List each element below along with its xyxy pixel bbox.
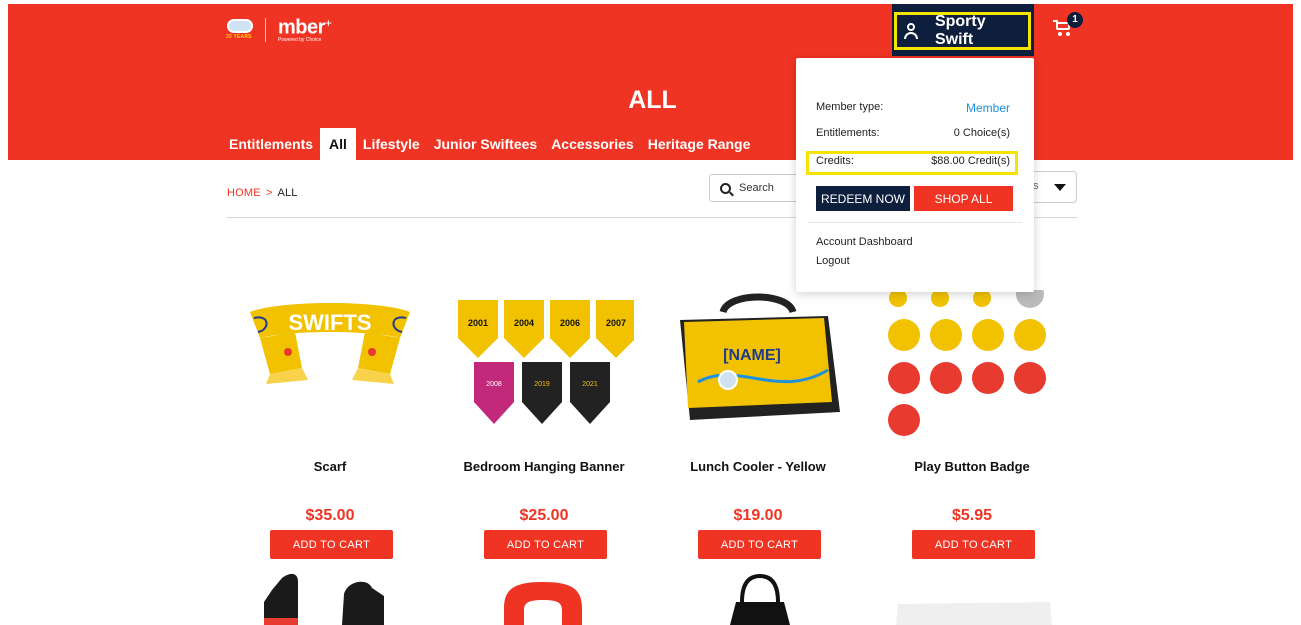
search-input[interactable]: Search [709,174,799,202]
product-name[interactable]: Play Button Badge [882,456,1062,478]
logout-link[interactable]: Logout [816,255,850,267]
account-user-name: Sporty Swift [934,13,986,48]
tab-accessories[interactable]: Accessories [544,128,641,160]
breadcrumb: HOME > ALL [227,187,298,199]
product-image-lunch-cooler: [NAME] [680,293,840,420]
product-name[interactable]: Bedroom Hanging Banner [454,456,634,478]
product-price: $5.95 [951,507,993,524]
user-icon [903,23,919,39]
entitlements-row: Entitlements: 0 Choice(s) [816,127,1010,139]
account-dropdown: Member type: Member Entitlements: 0 Choi… [796,58,1034,292]
svg-text:[NAME]: [NAME] [723,347,781,364]
account-menu-button[interactable]: Sporty Swift [892,4,1034,56]
tab-all[interactable]: All [320,128,356,160]
product-image-apron [730,573,790,625]
product-image-red-item [504,582,582,625]
product-image-banner: 2001 2004 2006 2007 2008 2019 2021 [458,300,634,424]
entitlements-value: 0 Choice(s) [953,127,1010,139]
product-image-drink-bottles [264,573,384,625]
product-image-scarf: SWIFTS [250,303,410,384]
svg-text:2004: 2004 [514,318,534,328]
svg-text:2007: 2007 [606,318,626,328]
redeem-now-button[interactable]: REDEEM NOW [816,186,910,211]
product-name[interactable]: Scarf [240,456,420,478]
credits-row: Credits: $88.00 Credit(s) [816,155,1010,167]
product-name[interactable]: Lunch Cooler - Yellow [668,456,848,478]
tab-heritage-range[interactable]: Heritage Range [641,128,758,160]
add-to-cart-button[interactable]: ADD TO CART [912,530,1035,559]
breadcrumb-home-link[interactable]: HOME [227,187,261,199]
mber-logo: mber+ Powered by Choice [278,16,332,44]
site-logo[interactable]: 30 YEARS mber+ Powered by Choice [223,17,332,43]
page-title: ALL [628,86,677,114]
sort-select[interactable]: s [1030,171,1077,203]
tab-junior-swiftees[interactable]: Junior Swiftees [427,128,544,160]
tab-lifestyle[interactable]: Lifestyle [356,128,427,160]
svg-text:2021: 2021 [582,381,598,388]
tab-entitlements[interactable]: Entitlements [222,128,320,160]
account-dashboard-link[interactable]: Account Dashboard [816,236,913,248]
search-icon [720,182,731,194]
member-type-value: Member [965,101,1010,115]
cart-count-badge: 1 [1067,12,1083,28]
add-to-cart-button[interactable]: ADD TO CART [698,530,821,559]
product-image-white-item [896,602,1052,625]
svg-text:2001: 2001 [468,318,488,328]
dropdown-divider [808,222,1022,223]
svg-text:2008: 2008 [486,381,502,388]
product-price: $25.00 [519,507,569,524]
svg-text:2019: 2019 [534,381,550,388]
product-price: $35.00 [305,507,355,524]
category-tabs: Entitlements All Lifestyle Junior Swifte… [222,128,757,160]
add-to-cart-button[interactable]: ADD TO CART [484,530,607,559]
svg-text:SWIFTS: SWIFTS [288,310,371,335]
svg-text:2006: 2006 [560,318,580,328]
swifts-30-years-logo: 30 YEARS [223,17,257,43]
add-to-cart-button[interactable]: ADD TO CART [270,530,393,559]
chevron-down-icon [1054,184,1066,191]
product-price: $19.00 [733,507,783,524]
product-image-badges [888,290,1046,436]
credits-value: $88.00 Credit(s) [931,155,1010,167]
breadcrumb-current: ALL [277,187,298,199]
shop-all-button[interactable]: SHOP ALL [914,186,1013,211]
member-type-row: Member type: Member [816,101,1010,115]
